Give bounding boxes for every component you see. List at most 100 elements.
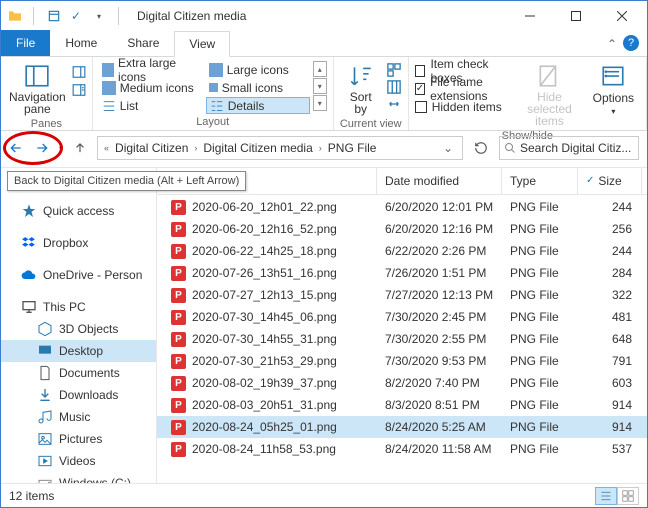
sidebar-desktop[interactable]: Desktop (1, 340, 156, 362)
cloud-icon (21, 267, 37, 283)
file-list[interactable]: P2020-06-20_12h01_22.png 6/20/2020 12:01… (157, 196, 647, 460)
col-type[interactable]: Type (502, 167, 578, 194)
file-row[interactable]: P2020-08-03_20h51_31.png 8/3/2020 8:51 P… (157, 394, 647, 416)
view-details-toggle[interactable] (595, 487, 617, 505)
layout-list[interactable]: List (99, 97, 203, 114)
layout-more[interactable]: ▴▾▾ (313, 61, 327, 111)
qat-properties-icon[interactable] (44, 6, 64, 26)
forward-button[interactable] (31, 137, 53, 159)
file-row[interactable]: P2020-07-27_12h13_15.png 7/27/2020 12:13… (157, 284, 647, 306)
details-pane-icon[interactable] (72, 83, 86, 97)
sidebar-downloads[interactable]: Downloads (1, 384, 156, 406)
tab-share[interactable]: Share (112, 30, 174, 56)
address-bar[interactable]: « Digital Citizen› Digital Citizen media… (97, 136, 463, 160)
search-input[interactable]: Search Digital Citiz... (499, 136, 639, 160)
tab-view[interactable]: View (174, 31, 230, 57)
add-columns-icon[interactable] (386, 80, 402, 94)
png-icon: P (171, 222, 186, 237)
sidebar-music[interactable]: Music (1, 406, 156, 428)
main-area: Quick access Dropbox OneDrive - Person T… (1, 167, 647, 483)
up-button[interactable] (69, 137, 91, 159)
tab-file[interactable]: File (1, 30, 50, 56)
png-icon: P (171, 244, 186, 259)
group-current-view: Sortby Current view (334, 57, 409, 130)
pc-icon (21, 299, 37, 315)
refresh-button[interactable] (467, 136, 495, 160)
file-type: PNG File (502, 442, 578, 456)
layout-details[interactable]: Details (206, 97, 310, 114)
crumb-1[interactable]: Digital Citizen media (199, 141, 316, 155)
file-type: PNG File (502, 200, 578, 214)
file-row[interactable]: P2020-08-02_19h39_37.png 8/2/2020 7:40 P… (157, 372, 647, 394)
group-by-icon[interactable] (386, 63, 402, 77)
file-row[interactable]: P2020-07-30_14h45_06.png 7/30/2020 2:45 … (157, 306, 647, 328)
doc-icon (37, 365, 53, 381)
file-name: 2020-06-22_14h25_18.png (192, 244, 337, 258)
qat-dropdown-icon[interactable] (88, 6, 108, 26)
file-name: 2020-07-30_14h45_06.png (192, 310, 337, 324)
col-size[interactable]: ✓Size (578, 167, 642, 194)
file-row[interactable]: P2020-06-20_12h16_52.png 6/20/2020 12:16… (157, 218, 647, 240)
download-icon (37, 387, 53, 403)
file-row[interactable]: P2020-08-24_11h58_53.png 8/24/2020 11:58… (157, 438, 647, 460)
file-row[interactable]: P2020-07-26_13h51_16.png 7/26/2020 1:51 … (157, 262, 647, 284)
sidebar-pictures[interactable]: Pictures (1, 428, 156, 450)
sidebar-this-pc[interactable]: This PC (1, 296, 156, 318)
history-dropdown[interactable]: ▾ (57, 144, 65, 153)
address-dropdown[interactable]: ⌄ (438, 141, 458, 155)
maximize-button[interactable] (553, 1, 599, 31)
help-icon[interactable]: ? (623, 35, 639, 51)
check-hidden[interactable]: Hidden items (415, 98, 513, 115)
file-row[interactable]: P2020-08-24_05h25_01.png 8/24/2020 5:25 … (157, 416, 647, 438)
check-file-ext[interactable]: ✓File name extensions (415, 80, 513, 97)
file-size: 244 (578, 244, 642, 258)
sidebar-videos[interactable]: Videos (1, 450, 156, 472)
file-list-area: ✓Name Date modified Type ✓Size P2020-06-… (157, 168, 647, 483)
file-row[interactable]: P2020-06-22_14h25_18.png 6/22/2020 2:26 … (157, 240, 647, 262)
layout-extra-large[interactable]: Extra large icons (99, 61, 203, 78)
file-name: 2020-07-26_13h51_16.png (192, 266, 337, 280)
file-type: PNG File (502, 332, 578, 346)
col-date[interactable]: Date modified (377, 167, 502, 194)
view-large-toggle[interactable] (617, 487, 639, 505)
collapse-ribbon-icon[interactable]: ⌃ (607, 37, 617, 51)
size-columns-icon[interactable] (386, 97, 402, 111)
file-row[interactable]: P2020-06-20_12h01_22.png 6/20/2020 12:01… (157, 196, 647, 218)
file-type: PNG File (502, 420, 578, 434)
file-size: 914 (578, 398, 642, 412)
back-button[interactable] (5, 137, 27, 159)
tab-home[interactable]: Home (50, 30, 112, 56)
layout-medium[interactable]: Medium icons (99, 79, 203, 96)
layout-small[interactable]: Small icons (206, 79, 310, 96)
search-icon (504, 142, 516, 154)
crumb-0[interactable]: Digital Citizen (111, 141, 192, 155)
png-icon: P (171, 288, 186, 303)
desktop-icon (37, 343, 53, 359)
sidebar-onedrive[interactable]: OneDrive - Person (1, 264, 156, 286)
qat-new-folder-icon[interactable]: ✓ (66, 6, 86, 26)
sidebar-quick-access[interactable]: Quick access (1, 200, 156, 222)
group-layout: Extra large icons Medium icons List Larg… (93, 57, 334, 130)
sort-by-button[interactable]: Sortby (340, 61, 382, 117)
layout-large[interactable]: Large icons (206, 61, 310, 78)
hide-selected-button[interactable]: Hide selecteditems (516, 61, 582, 129)
navigation-pane-button[interactable]: Navigationpane (7, 61, 68, 117)
options-button[interactable]: Options ▾ (587, 61, 640, 118)
sidebar-dropbox[interactable]: Dropbox (1, 232, 156, 254)
file-row[interactable]: P2020-07-30_14h55_31.png 7/30/2020 2:55 … (157, 328, 647, 350)
png-icon: P (171, 376, 186, 391)
file-type: PNG File (502, 222, 578, 236)
minimize-button[interactable] (507, 1, 553, 31)
crumb-2[interactable]: PNG File (324, 141, 381, 155)
sidebar-documents[interactable]: Documents (1, 362, 156, 384)
group-panes-label: Panes (7, 117, 86, 132)
close-button[interactable] (599, 1, 645, 31)
file-type: PNG File (502, 310, 578, 324)
back-tooltip: Back to Digital Citizen media (Alt + Lef… (7, 171, 246, 191)
sidebar-windows-c[interactable]: Windows (C:) (1, 472, 156, 483)
file-type: PNG File (502, 288, 578, 302)
file-row[interactable]: P2020-07-30_21h53_29.png 7/30/2020 9:53 … (157, 350, 647, 372)
sidebar-3d[interactable]: 3D Objects (1, 318, 156, 340)
preview-pane-icon[interactable] (72, 65, 86, 79)
navigation-tree[interactable]: Quick access Dropbox OneDrive - Person T… (1, 168, 157, 483)
